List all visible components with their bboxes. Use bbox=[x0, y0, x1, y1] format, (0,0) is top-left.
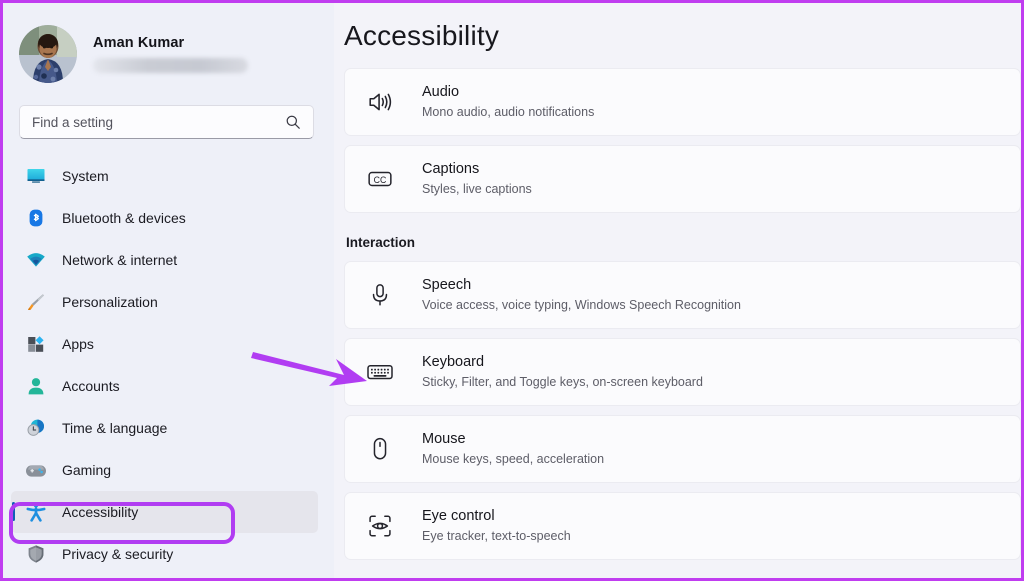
keyboard-icon bbox=[365, 357, 395, 387]
sidebar: Aman Kumar bbox=[3, 3, 334, 578]
card-text: Speech Voice access, voice typing, Windo… bbox=[422, 276, 741, 314]
card-subtitle: Mouse keys, speed, acceleration bbox=[422, 451, 604, 468]
person-icon bbox=[25, 375, 47, 397]
avatar-photo bbox=[19, 25, 77, 83]
gamepad-icon bbox=[25, 459, 47, 481]
sidebar-nav: System Bluetooth & devices bbox=[3, 155, 334, 575]
paintbrush-icon bbox=[25, 291, 47, 313]
sidebar-item-gaming[interactable]: Gaming bbox=[11, 449, 318, 491]
sidebar-item-time-language[interactable]: Time & language bbox=[11, 407, 318, 449]
closed-caption-icon: CC bbox=[365, 164, 395, 194]
search-container bbox=[19, 105, 318, 139]
card-title: Speech bbox=[422, 276, 741, 296]
card-title: Audio bbox=[422, 83, 594, 103]
card-subtitle: Mono audio, audio notifications bbox=[422, 104, 594, 121]
sidebar-item-label: Privacy & security bbox=[62, 546, 173, 562]
sidebar-item-label: Network & internet bbox=[62, 252, 177, 268]
account-header[interactable]: Aman Kumar bbox=[3, 15, 334, 87]
sidebar-item-network-internet[interactable]: Network & internet bbox=[11, 239, 318, 281]
apps-grid-icon bbox=[25, 333, 47, 355]
sidebar-item-personalization[interactable]: Personalization bbox=[11, 281, 318, 323]
eye-control-icon bbox=[365, 511, 395, 541]
card-subtitle: Sticky, Filter, and Toggle keys, on-scre… bbox=[422, 374, 703, 391]
section-header-interaction: Interaction bbox=[334, 222, 1021, 261]
card-text: Captions Styles, live captions bbox=[422, 160, 532, 198]
sidebar-item-bluetooth-devices[interactable]: Bluetooth & devices bbox=[11, 197, 318, 239]
mouse-icon bbox=[365, 434, 395, 464]
setting-card-captions[interactable]: CC Captions Styles, live captions bbox=[344, 145, 1021, 213]
wifi-icon bbox=[25, 249, 47, 271]
setting-card-eye-control[interactable]: Eye control Eye tracker, text-to-speech bbox=[344, 492, 1021, 560]
speaker-icon bbox=[365, 87, 395, 117]
card-text: Mouse Mouse keys, speed, acceleration bbox=[422, 430, 604, 468]
search-box[interactable] bbox=[19, 105, 314, 139]
sidebar-item-label: Time & language bbox=[62, 420, 167, 436]
sidebar-item-apps[interactable]: Apps bbox=[11, 323, 318, 365]
sidebar-item-accessibility[interactable]: Accessibility bbox=[11, 491, 318, 533]
search-input[interactable] bbox=[32, 115, 285, 130]
account-email-redacted bbox=[93, 58, 248, 73]
card-subtitle: Voice access, voice typing, Windows Spee… bbox=[422, 297, 741, 314]
card-title: Captions bbox=[422, 160, 532, 180]
monitor-icon bbox=[25, 165, 47, 187]
sidebar-item-label: Accessibility bbox=[62, 504, 138, 520]
account-name: Aman Kumar bbox=[93, 35, 248, 51]
settings-window: Aman Kumar bbox=[0, 0, 1024, 581]
sidebar-item-label: Bluetooth & devices bbox=[62, 210, 186, 226]
page-title: Accessibility bbox=[334, 3, 1021, 52]
sidebar-item-label: System bbox=[62, 168, 109, 184]
sidebar-item-privacy-security[interactable]: Privacy & security bbox=[11, 533, 318, 575]
setting-card-keyboard[interactable]: Keyboard Sticky, Filter, and Toggle keys… bbox=[344, 338, 1021, 406]
accessibility-person-icon bbox=[25, 501, 47, 523]
sidebar-item-system[interactable]: System bbox=[11, 155, 318, 197]
card-title: Mouse bbox=[422, 430, 604, 450]
sidebar-item-label: Accounts bbox=[62, 378, 120, 394]
sidebar-item-label: Apps bbox=[62, 336, 94, 352]
avatar[interactable] bbox=[19, 25, 77, 83]
sidebar-item-label: Personalization bbox=[62, 294, 158, 310]
settings-card-list: Audio Mono audio, audio notifications CC… bbox=[334, 68, 1021, 560]
card-title: Eye control bbox=[422, 507, 571, 527]
bluetooth-icon bbox=[25, 207, 47, 229]
clock-globe-icon bbox=[25, 417, 47, 439]
main-content: Accessibility Audio Mono audio, audio no… bbox=[334, 3, 1021, 578]
card-text: Audio Mono audio, audio notifications bbox=[422, 83, 594, 121]
search-icon bbox=[285, 114, 301, 130]
sidebar-item-accounts[interactable]: Accounts bbox=[11, 365, 318, 407]
card-subtitle: Styles, live captions bbox=[422, 181, 532, 198]
card-text: Eye control Eye tracker, text-to-speech bbox=[422, 507, 571, 545]
sidebar-item-label: Gaming bbox=[62, 462, 111, 478]
shield-icon bbox=[25, 543, 47, 565]
svg-text:CC: CC bbox=[374, 175, 387, 185]
setting-card-mouse[interactable]: Mouse Mouse keys, speed, acceleration bbox=[344, 415, 1021, 483]
setting-card-speech[interactable]: Speech Voice access, voice typing, Windo… bbox=[344, 261, 1021, 329]
card-text: Keyboard Sticky, Filter, and Toggle keys… bbox=[422, 353, 703, 391]
microphone-icon bbox=[365, 280, 395, 310]
setting-card-audio[interactable]: Audio Mono audio, audio notifications bbox=[344, 68, 1021, 136]
card-subtitle: Eye tracker, text-to-speech bbox=[422, 528, 571, 545]
account-text: Aman Kumar bbox=[93, 35, 248, 73]
card-title: Keyboard bbox=[422, 353, 703, 373]
